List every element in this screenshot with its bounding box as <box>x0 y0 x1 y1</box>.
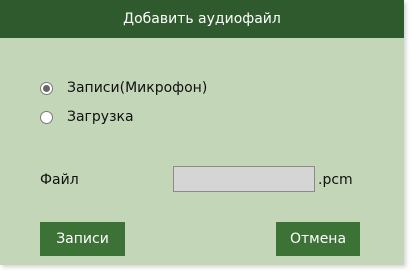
dialog-title: Добавить аудиофайл <box>123 11 281 27</box>
option-record-label: Записи(Микрофон) <box>67 80 208 96</box>
file-label: Файл <box>40 172 79 188</box>
file-extension: .pcm <box>318 172 353 188</box>
dialog-titlebar: Добавить аудиофайл <box>0 0 404 38</box>
file-name-input[interactable] <box>173 166 315 192</box>
record-button[interactable]: Записи <box>40 222 125 256</box>
option-upload[interactable]: Загрузка <box>40 109 134 125</box>
option-upload-label: Загрузка <box>67 109 134 125</box>
add-audio-dialog: Добавить аудиофайл Записи(Микрофон) Загр… <box>0 0 404 265</box>
radio-selected-icon[interactable] <box>40 81 53 95</box>
radio-unselected-icon[interactable] <box>40 110 53 124</box>
option-record-microphone[interactable]: Записи(Микрофон) <box>40 80 207 96</box>
cancel-button[interactable]: Отмена <box>276 222 360 256</box>
